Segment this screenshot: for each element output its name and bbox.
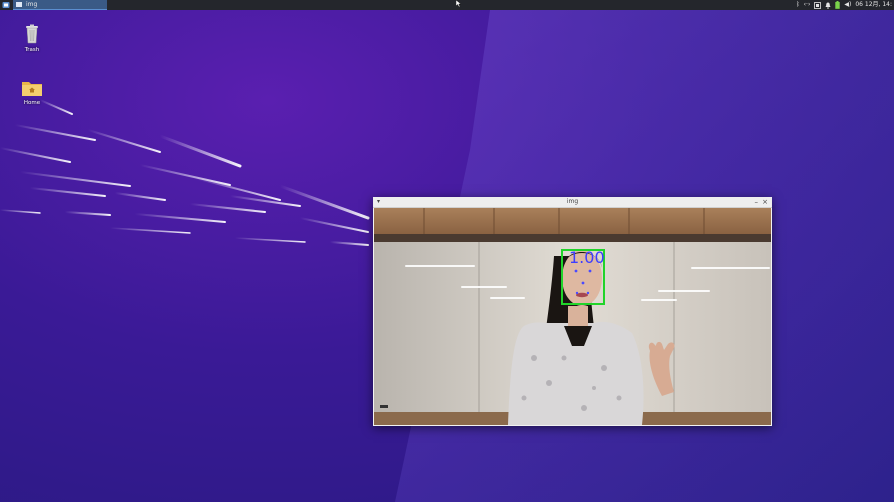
window-title: img [566,198,579,205]
system-tray: ᛒ ‹·› ◀) 06 12月, 14: [796,0,892,10]
close-icon[interactable]: × [762,197,768,207]
desktop-icon-label: Home [23,100,41,106]
camera-frame: 1.00 [374,208,771,425]
volume-icon[interactable]: ◀) [844,0,851,10]
detection-score: 1.00 [569,248,605,267]
network-icon[interactable]: ‹·› [804,0,811,10]
taskbar-item-img[interactable]: img [13,0,107,10]
desktop-icon-trash[interactable]: Trash [20,24,44,53]
taskbar-item-label: img [26,1,38,8]
trash-icon [26,24,38,44]
camera-image [374,208,771,425]
window-titlebar[interactable]: ▾ img – × [373,197,772,208]
clock[interactable]: 06 12月, 14: [855,0,892,10]
top-panel: img ᛒ ‹·› ◀) 06 12月, 14: [0,0,894,10]
app-menu-icon[interactable] [2,1,10,9]
image-window[interactable]: ▾ img – × 1.00 [373,197,772,426]
window-icon [16,2,22,7]
desktop-icon-label: Trash [24,47,40,53]
mouse-cursor-icon [456,0,462,7]
desktop-icon-home[interactable]: Home [20,80,44,106]
screen-icon[interactable] [814,1,822,9]
notification-icon[interactable] [825,2,831,9]
minimize-icon[interactable]: – [755,197,759,207]
home-folder-icon [22,82,42,96]
battery-icon[interactable] [835,1,841,9]
bluetooth-icon[interactable]: ᛒ [796,0,800,10]
